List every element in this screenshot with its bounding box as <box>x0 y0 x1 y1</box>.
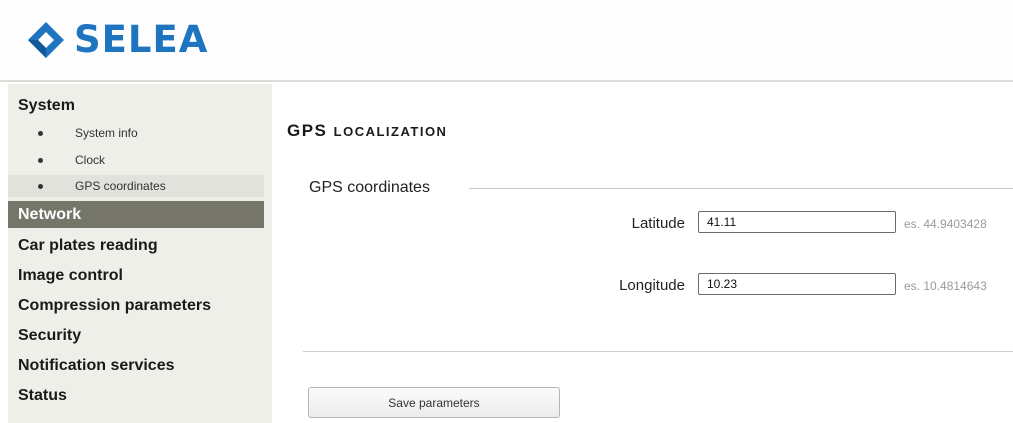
save-parameters-button[interactable]: Save parameters <box>308 387 560 418</box>
bullet-icon <box>38 184 43 189</box>
brand-name: SELEA <box>74 18 209 61</box>
sidebar-item-system-info[interactable]: System info <box>8 122 264 144</box>
sidebar-item-label: System info <box>75 126 138 140</box>
page-title-first: GPS <box>287 121 328 140</box>
sidebar-item-network[interactable]: Network <box>8 201 264 228</box>
sidebar-item-compression-parameters[interactable]: Compression parameters <box>8 295 264 317</box>
longitude-label: Longitude <box>619 277 685 294</box>
latitude-label: Latitude <box>631 215 685 232</box>
longitude-example: es. 10.4814643 <box>904 279 987 293</box>
fieldset-legend: GPS coordinates <box>309 179 430 196</box>
sidebar-item-image-control[interactable]: Image control <box>8 265 264 287</box>
selea-logo: SELEA <box>26 20 208 60</box>
page-title: GPS LOCALIZATION <box>287 121 447 141</box>
sidebar-item-status[interactable]: Status <box>8 385 264 407</box>
sidebar-item-security[interactable]: Security <box>8 325 264 347</box>
bullet-icon <box>38 131 43 136</box>
sidebar-item-label: GPS coordinates <box>75 179 166 193</box>
sidebar: System System info Clock GPS coordinates… <box>8 84 272 423</box>
bullet-icon <box>38 158 43 163</box>
sidebar-item-notification-services[interactable]: Notification services <box>8 355 264 377</box>
latitude-example: es. 44.9403428 <box>904 217 987 231</box>
form-divider <box>303 351 1013 352</box>
header: SELEA <box>0 0 1013 82</box>
longitude-input[interactable] <box>698 273 896 295</box>
sidebar-item-car-plates-reading[interactable]: Car plates reading <box>8 235 264 257</box>
legend-divider <box>469 188 1013 189</box>
sidebar-item-clock[interactable]: Clock <box>8 149 264 171</box>
sidebar-item-gps-coordinates[interactable]: GPS coordinates <box>8 175 264 197</box>
sidebar-section-system[interactable]: System <box>18 96 75 116</box>
diamond-logo-icon <box>28 22 64 58</box>
gps-fieldset: GPS coordinates Latitude es. 44.9403428 … <box>287 178 1013 298</box>
latitude-input[interactable] <box>698 211 896 233</box>
sidebar-item-label: Clock <box>75 153 106 167</box>
page-title-rest: LOCALIZATION <box>333 124 448 139</box>
